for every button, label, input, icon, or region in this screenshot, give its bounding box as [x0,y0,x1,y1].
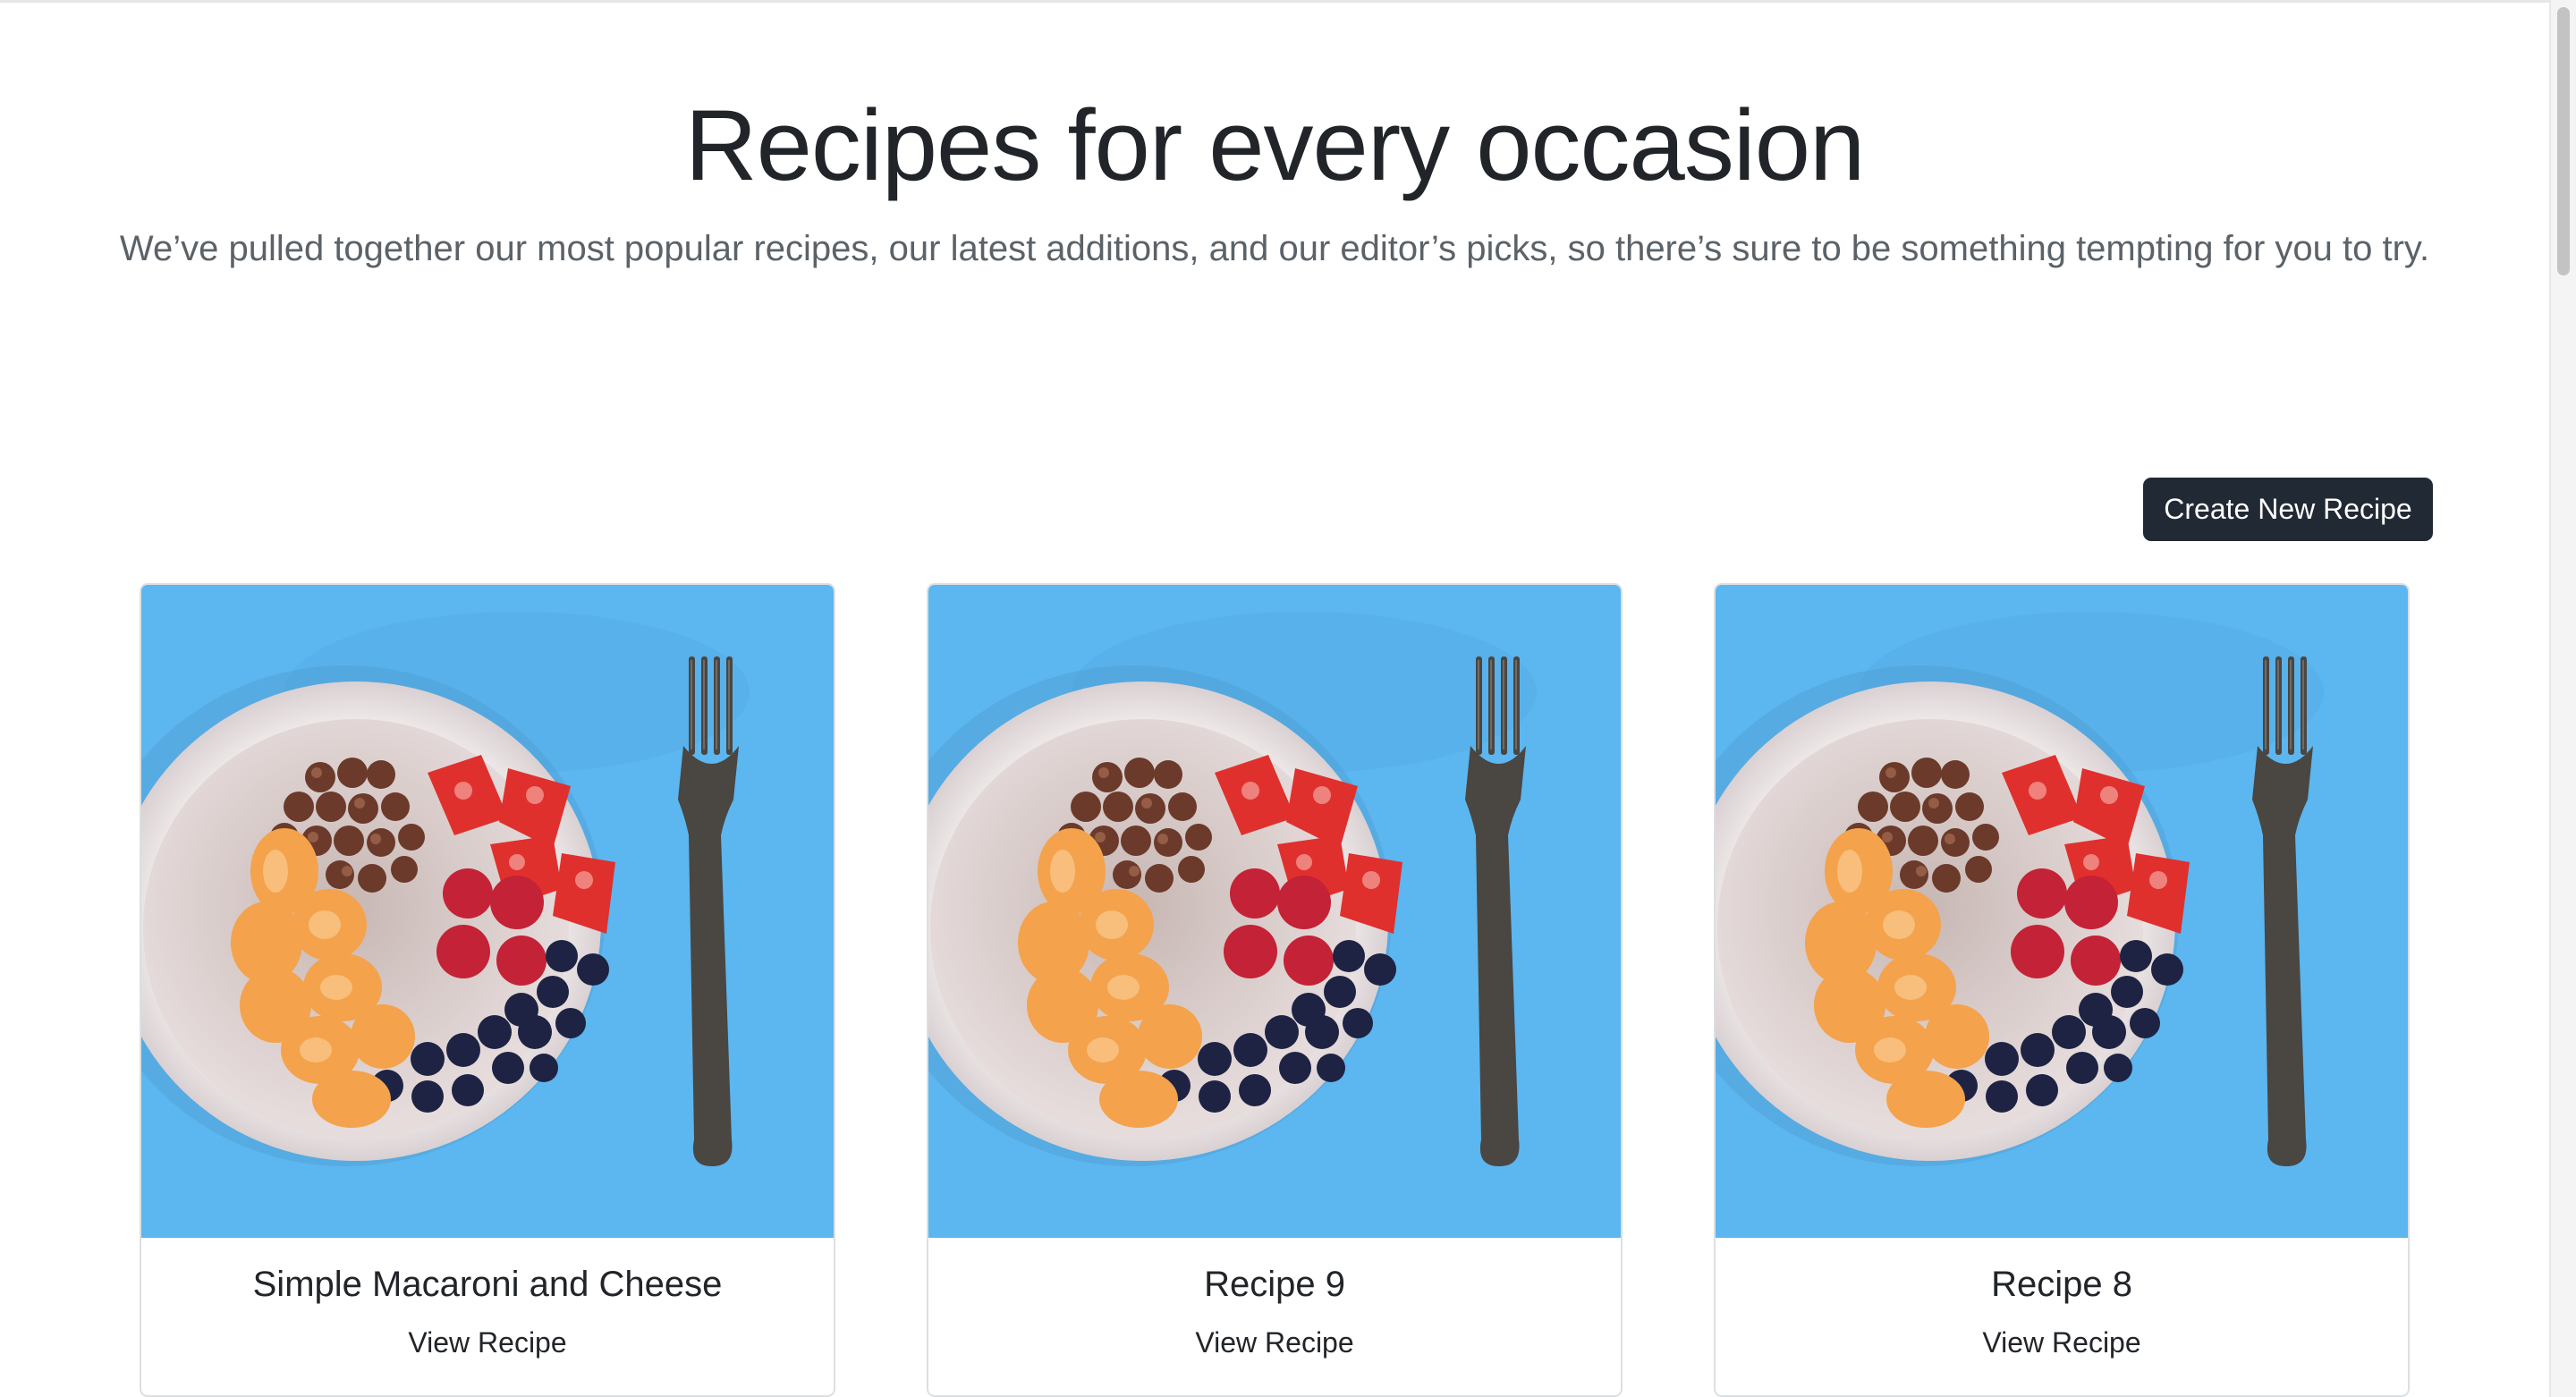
view-recipe-link[interactable]: View Recipe [928,1325,1621,1359]
view-recipe-link[interactable]: View Recipe [1716,1325,2408,1359]
recipe-card: Recipe 8 View Recipe [1714,583,2410,1397]
recipe-image[interactable] [141,585,834,1238]
page-title: Recipes for every occasion [684,89,1866,201]
view-recipe-link[interactable]: View Recipe [141,1325,834,1359]
recipe-image[interactable] [928,585,1621,1238]
page: Recipes for every occasion We’ve pulled … [0,0,2576,1397]
recipe-image[interactable] [1716,585,2408,1238]
page-subtitle: We’ve pulled together our most popular r… [119,229,2430,268]
recipe-title: Recipe 9 [1204,1265,1345,1304]
vertical-scrollbar[interactable] [2549,0,2576,1397]
recipe-title: Recipe 8 [1991,1265,2132,1304]
create-new-recipe-button[interactable]: Create New Recipe [2143,478,2433,541]
top-divider [0,0,2549,3]
recipe-card: Simple Macaroni and Cheese View Recipe [140,583,835,1397]
recipe-title: Simple Macaroni and Cheese [252,1265,723,1304]
scrollbar-thumb[interactable] [2557,7,2570,275]
recipe-card: Recipe 9 View Recipe [927,583,1623,1397]
